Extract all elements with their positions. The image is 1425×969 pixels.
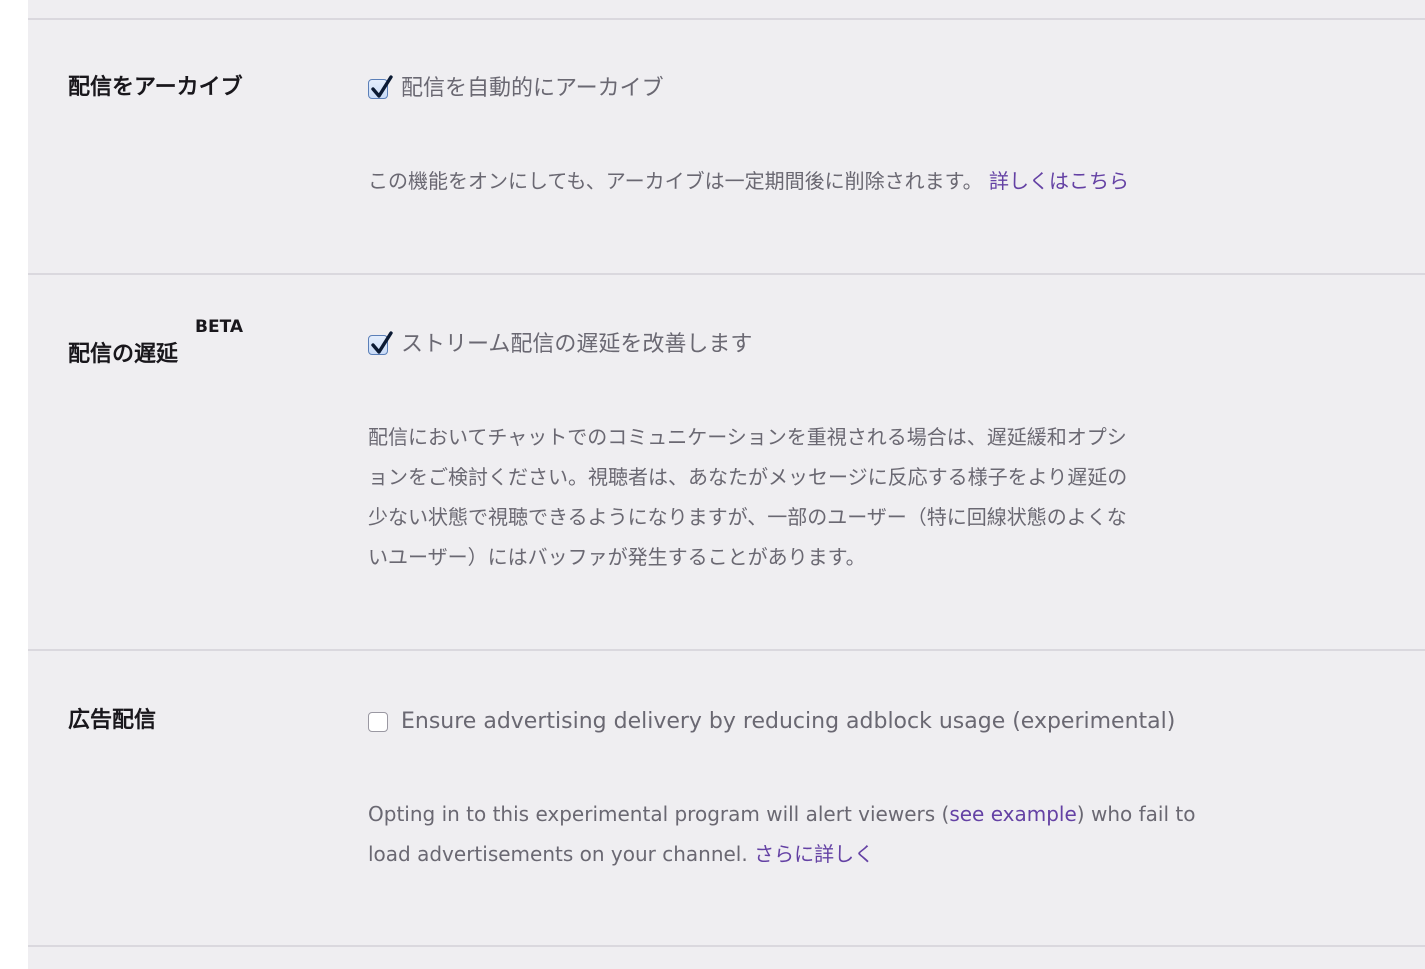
ads-option[interactable]: Ensure advertising delivery by reducing … xyxy=(368,705,1175,739)
ads-description-text: load advertisements on your channel. xyxy=(368,842,748,866)
archive-description: この機能をオンにしても、アーカイブは一定期間後に削除されます。 詳しくはこちら xyxy=(368,161,1213,201)
latency-description-line: ョンをご検討ください。視聴者は、あなたがメッセージに反応する様子をより遅延の xyxy=(368,465,1128,489)
ads-learn-more-link[interactable]: さらに詳しく xyxy=(754,842,874,866)
section-divider xyxy=(28,18,1425,20)
archive-checkbox-label[interactable]: 配信を自動的にアーカイブ xyxy=(401,72,664,106)
latency-checkbox[interactable] xyxy=(368,331,393,355)
archive-description-text: この機能をオンにしても、アーカイブは一定期間後に削除されます。 xyxy=(368,169,983,193)
ads-description-line: load advertisements on your channel. さらに… xyxy=(368,834,1213,874)
latency-option[interactable]: ストリーム配信の遅延を改善します xyxy=(368,328,752,362)
latency-description: 配信においてチャットでのコミュニケーションを重視される場合は、遅延緩和オプシ ョ… xyxy=(368,417,1213,577)
latency-checkbox-label[interactable]: ストリーム配信の遅延を改善します xyxy=(401,328,752,362)
ads-description-line: Opting in to this experimental program w… xyxy=(368,794,1213,834)
section-divider xyxy=(28,945,1425,947)
ads-description-text: Opting in to this experimental program w… xyxy=(368,802,950,826)
archive-learn-more-link[interactable]: 詳しくはこちら xyxy=(989,169,1129,193)
ads-checkbox-label[interactable]: Ensure advertising delivery by reducing … xyxy=(401,705,1175,739)
latency-section-label: 配信の遅延 xyxy=(68,342,179,367)
see-example-link[interactable]: see example xyxy=(949,802,1076,826)
archive-checkbox[interactable] xyxy=(368,75,393,99)
beta-badge: BETA xyxy=(195,317,244,337)
latency-description-line: 配信においてチャットでのコミュニケーションを重視される場合は、遅延緩和オプシ xyxy=(368,425,1127,449)
checkmark-icon xyxy=(371,331,393,354)
section-divider xyxy=(28,649,1425,651)
checkmark-icon xyxy=(371,75,393,98)
ads-description-text: ) who fail to xyxy=(1076,802,1196,826)
archive-option[interactable]: 配信を自動的にアーカイブ xyxy=(368,72,664,106)
settings-panel: 配信をアーカイブ 配信を自動的にアーカイブ この機能をオンにしても、アーカイブは… xyxy=(28,0,1425,969)
ads-description: Opting in to this experimental program w… xyxy=(368,794,1213,874)
ads-section-label: 広告配信 xyxy=(68,708,157,733)
latency-description-line: いユーザー）にはバッファが発生することがあります。 xyxy=(368,545,866,569)
ads-checkbox[interactable] xyxy=(368,712,388,732)
archive-section-label: 配信をアーカイブ xyxy=(68,75,243,100)
latency-description-line: 少ない状態で視聴できるようになりますが、一部のユーザー（特に回線状態のよくな xyxy=(368,505,1127,529)
section-divider xyxy=(28,273,1425,275)
